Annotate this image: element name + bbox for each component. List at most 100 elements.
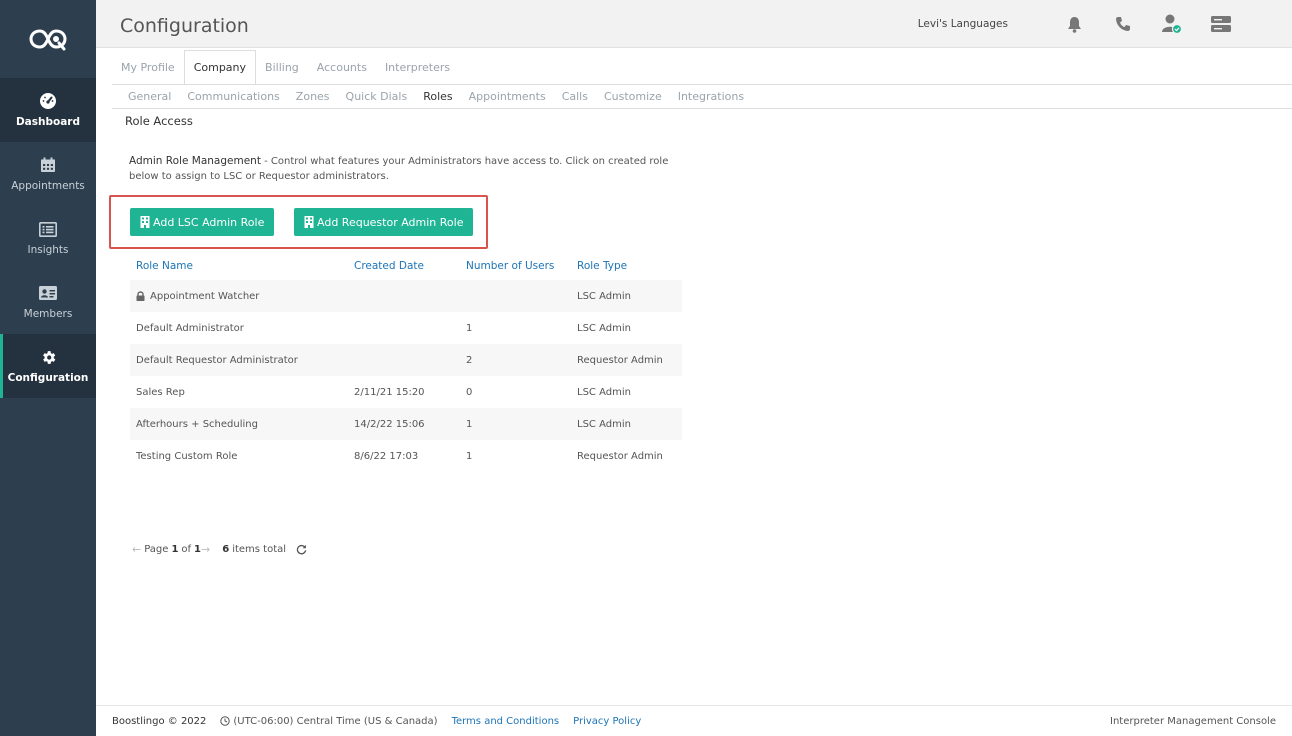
table-header: Role Name Created Date Number of Users R… [130,252,682,280]
table-row[interactable]: Sales Rep 2/11/21 15:20 0 LSC Admin [130,376,682,408]
sidebar-item-configuration[interactable]: Configuration [0,334,96,398]
created-date: 8/6/22 17:03 [354,450,419,462]
subtab-appointments[interactable]: Appointments [461,90,554,103]
role-management-description: Admin Role Management - Control what fea… [129,154,689,184]
phone-icon[interactable] [1112,13,1134,35]
sidebar: Dashboard Appointments Insights Members … [0,0,96,736]
column-created-date[interactable]: Created Date [354,260,466,272]
table-row[interactable]: Default Administrator 1 LSC Admin [130,312,682,344]
logo-icon [29,29,67,51]
number-of-users: 0 [466,386,473,398]
next-page-icon[interactable]: → [201,543,210,556]
list-icon [39,220,57,238]
subtabs-divider [112,108,1292,109]
tab-my-profile[interactable]: My Profile [112,50,184,85]
items-count: 6 [222,543,230,555]
terms-link[interactable]: Terms and Conditions [452,716,560,727]
sidebar-item-label: Members [23,308,73,320]
subtab-customize[interactable]: Customize [596,90,670,103]
footer-brand: Boostlingo © 2022 [112,715,207,727]
sidebar-item-label: Configuration [7,372,89,384]
add-requestor-admin-role-label: Add Requestor Admin Role [317,215,464,229]
gear-icon [39,348,57,366]
timezone: (UTC-06:00) Central Time (US & Canada) [220,715,438,727]
prev-page-icon[interactable]: ← [132,543,141,556]
privacy-link[interactable]: Privacy Policy [573,716,641,727]
footer: Boostlingo © 2022 (UTC-06:00) Central Ti… [96,705,1292,736]
column-number-of-users[interactable]: Number of Users [466,260,577,272]
description-heading: Admin Role Management [129,155,261,167]
role-type: Requestor Admin [577,354,663,366]
pagination: ← Page 1 of 1 → 6 items total [132,542,307,556]
page-label: Page [144,543,169,555]
add-lsc-admin-role-button[interactable]: Add LSC Admin Role [130,208,275,236]
sidebar-item-insights[interactable]: Insights [0,206,96,270]
subtab-communications[interactable]: Communications [179,90,287,103]
company-subtabs: General Communications Zones Quick Dials… [120,85,752,108]
role-type: Requestor Admin [577,450,663,462]
table-row[interactable]: Testing Custom Role 8/6/22 17:03 1 Reque… [130,440,682,472]
total-pages: 1 [194,543,202,555]
sidebar-item-members[interactable]: Members [0,270,96,334]
number-of-users: 2 [466,354,473,366]
role-name: Appointment Watcher [150,290,260,302]
tab-interpreters[interactable]: Interpreters [376,50,459,85]
boostlingo-logo[interactable] [0,0,96,78]
role-name: Testing Custom Role [136,450,238,462]
timezone-label: (UTC-06:00) Central Time (US & Canada) [233,715,438,727]
section-title: Role Access [125,114,193,128]
config-tabs: My Profile Company Billing Accounts Inte… [112,50,459,85]
role-name-cell: Appointment Watcher [130,291,354,302]
subtab-roles[interactable]: Roles [415,90,460,103]
gauge-icon [39,92,57,110]
tab-billing[interactable]: Billing [256,50,308,85]
roles-table: Role Name Created Date Number of Users R… [130,252,682,472]
items-total-label: items total [232,543,287,555]
number-of-users: 1 [466,322,473,334]
tab-accounts[interactable]: Accounts [308,50,376,85]
subtab-general[interactable]: General [120,90,179,103]
building-icon [140,216,150,228]
top-header: Configuration Levi's Languages [96,0,1292,48]
role-name: Afterhours + Scheduling [136,418,258,430]
bell-icon[interactable] [1063,13,1085,35]
table-row[interactable]: Default Requestor Administrator 2 Reques… [130,344,682,376]
table-row[interactable]: Appointment Watcher LSC Admin [130,280,682,312]
clock-icon [220,716,231,726]
role-name: Default Requestor Administrator [136,354,298,366]
role-type: LSC Admin [577,322,631,334]
role-type: LSC Admin [577,386,631,398]
tab-company[interactable]: Company [183,50,257,85]
add-lsc-admin-role-label: Add LSC Admin Role [153,215,265,229]
of-label: of [181,543,192,555]
role-name: Default Administrator [136,322,244,334]
number-of-users: 1 [466,450,473,462]
number-of-users: 1 [466,418,473,430]
lock-icon [136,291,145,301]
created-date: 2/11/21 15:20 [354,386,425,398]
role-name: Sales Rep [136,386,185,398]
column-role-name[interactable]: Role Name [130,260,354,272]
subtab-calls[interactable]: Calls [554,90,596,103]
table-row[interactable]: Afterhours + Scheduling 14/2/22 15:06 1 … [130,408,682,440]
sidebar-item-label: Appointments [11,180,85,192]
column-role-type[interactable]: Role Type [577,260,682,272]
id-card-icon [39,284,57,302]
subtab-integrations[interactable]: Integrations [670,90,752,103]
table-body: Appointment Watcher LSC Admin Default Ad… [130,280,682,472]
role-type: LSC Admin [577,290,631,302]
sidebar-item-label: Dashboard [15,116,81,128]
subtab-zones[interactable]: Zones [288,90,338,103]
sidebar-item-appointments[interactable]: Appointments [0,142,96,206]
console-label: Interpreter Management Console [1110,715,1276,727]
server-icon[interactable] [1210,13,1232,35]
add-requestor-admin-role-button[interactable]: Add Requestor Admin Role [294,208,474,236]
refresh-icon[interactable] [296,544,307,555]
calendar-icon [39,156,57,174]
sidebar-item-dashboard[interactable]: Dashboard [0,78,96,142]
header-actions: Levi's Languages [918,0,1232,48]
user-status-icon[interactable] [1161,13,1183,35]
subtab-quick-dials[interactable]: Quick Dials [338,90,416,103]
account-name[interactable]: Levi's Languages [918,18,1008,30]
page-title: Configuration [120,15,249,37]
